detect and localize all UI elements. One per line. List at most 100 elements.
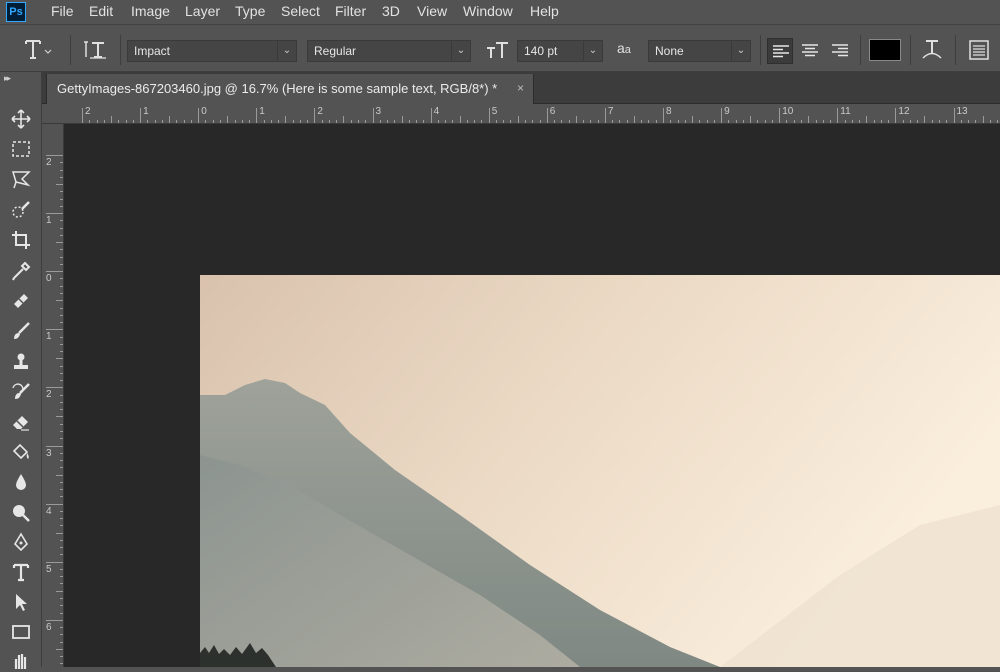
ruler-label: 3 — [46, 447, 52, 459]
type-tool[interactable] — [9, 561, 33, 583]
ruler-label: 12 — [898, 106, 910, 117]
antialias-glyph: a — [617, 40, 625, 56]
photoshop-logo: Ps — [6, 2, 26, 22]
ruler-tick — [837, 108, 839, 123]
ruler-minor-tick — [56, 416, 63, 418]
ruler-tick — [46, 561, 63, 563]
ruler-minor-tick — [866, 116, 868, 123]
history-brush-tool[interactable] — [9, 381, 33, 403]
dodge-tool[interactable] — [9, 501, 33, 523]
font-style-dropdown[interactable]: Regular ⌄ — [307, 40, 471, 62]
hand-tool[interactable] — [9, 650, 33, 672]
ruler-tick — [46, 213, 63, 215]
menu-layer[interactable]: Layer — [185, 3, 220, 19]
antialias-dropdown[interactable]: None ⌄ — [648, 40, 751, 62]
pen-tool[interactable] — [9, 531, 33, 553]
separator — [760, 35, 761, 65]
ruler-minor-tick — [111, 116, 113, 123]
water-drop-icon — [16, 474, 26, 490]
ruler-label: 13 — [956, 106, 968, 117]
menu-select[interactable]: Select — [281, 3, 320, 19]
quick-selection-icon — [12, 201, 30, 218]
horizontal-ruler: 2 1 0 1 2 3 4 5 6 7 8 9 10 11 12 13 — [42, 104, 1000, 124]
font-size-dropdown[interactable]: 140 pt ⌄ — [517, 40, 603, 62]
ruler-tick — [488, 108, 490, 123]
align-center-icon — [802, 44, 818, 57]
tool-preset-picker[interactable] — [22, 36, 52, 62]
eraser-tool[interactable] — [9, 411, 33, 433]
collapse-panel-icon[interactable]: ▸▸ — [4, 73, 11, 84]
font-size-icon — [485, 39, 511, 61]
ruler-minor-tick — [517, 116, 519, 123]
ruler-minor-tick — [808, 116, 810, 123]
blur-tool[interactable] — [9, 471, 33, 493]
document-tab-bar: GettyImages-867203460.jpg @ 16.7% (Here … — [42, 72, 1000, 104]
ruler-tick — [46, 271, 63, 273]
eraser-icon — [13, 416, 29, 431]
clone-stamp-tool[interactable] — [9, 351, 33, 373]
ruler-label: 1 — [46, 331, 52, 343]
menu-edit[interactable]: Edit — [89, 3, 113, 19]
dodge-icon — [13, 505, 30, 522]
chevron-down-icon: ⌄ — [583, 41, 602, 61]
ruler-minor-tick — [692, 116, 694, 123]
warp-text-button[interactable] — [920, 37, 944, 63]
healing-brush-tool[interactable] — [9, 290, 33, 312]
crop-tool[interactable] — [9, 229, 33, 251]
quick-selection-tool[interactable] — [9, 199, 33, 221]
menu-window[interactable]: Window — [463, 3, 513, 19]
eyedropper-tool[interactable] — [9, 260, 33, 282]
document-tab[interactable]: GettyImages-867203460.jpg @ 16.7% (Here … — [46, 74, 534, 104]
font-family-value: Impact — [134, 44, 171, 58]
ruler-tick — [953, 108, 955, 123]
ruler-label: 6 — [46, 621, 52, 633]
brush-icon — [14, 322, 30, 339]
move-tool[interactable] — [9, 108, 33, 130]
close-tab-icon[interactable]: × — [517, 81, 524, 95]
paint-bucket-tool[interactable] — [9, 441, 33, 463]
ruler-tick — [314, 108, 316, 123]
ruler-minor-tick — [56, 474, 63, 476]
ruler-label: 2 — [46, 157, 52, 168]
path-selection-tool[interactable] — [9, 591, 33, 613]
ruler-tick — [779, 108, 781, 123]
canvas-pasteboard[interactable] — [64, 124, 1000, 667]
font-style-value: Regular — [314, 44, 357, 58]
text-color-swatch[interactable] — [869, 39, 901, 61]
ruler-tick — [256, 108, 258, 123]
text-orientation-icon — [84, 41, 106, 59]
menu-help[interactable]: Help — [530, 3, 559, 19]
antialias-icon: aa — [617, 40, 639, 60]
ruler-label: 5 — [491, 106, 498, 117]
ruler-label: 0 — [201, 106, 207, 117]
menu-image[interactable]: Image — [131, 3, 170, 19]
marquee-tool[interactable] — [9, 138, 33, 160]
align-center-button[interactable] — [797, 38, 823, 64]
ruler-label: 3 — [375, 106, 382, 117]
options-bar: Impact ⌄ Regular ⌄ 140 pt ⌄ aa None ⌄ — [0, 24, 1000, 72]
menu-view[interactable]: View — [417, 3, 447, 19]
ruler-minor-tick — [750, 116, 752, 123]
ruler-tick — [46, 445, 63, 447]
character-panel-button[interactable] — [968, 39, 990, 61]
ruler-tick — [46, 155, 63, 156]
crop-icon — [12, 231, 30, 249]
ruler-tick — [895, 108, 897, 123]
ruler-label: 6 — [549, 106, 556, 117]
align-left-button[interactable] — [767, 38, 793, 64]
menu-3d[interactable]: 3D — [382, 3, 400, 19]
ruler-tick — [721, 108, 723, 123]
font-family-dropdown[interactable]: Impact ⌄ — [127, 40, 297, 62]
menu-file[interactable]: File — [51, 3, 74, 19]
toggle-text-orientation-button[interactable] — [84, 37, 110, 61]
rectangle-tool[interactable] — [9, 621, 33, 643]
ruler-label: 1 — [259, 106, 265, 117]
align-right-icon — [832, 44, 848, 57]
align-right-button[interactable] — [827, 38, 853, 64]
brush-tool[interactable] — [9, 320, 33, 342]
document-image — [200, 275, 1000, 667]
ruler-minor-tick — [56, 358, 63, 360]
menu-type[interactable]: Type — [235, 3, 265, 19]
menu-filter[interactable]: Filter — [335, 3, 366, 19]
lasso-tool[interactable] — [9, 168, 33, 190]
